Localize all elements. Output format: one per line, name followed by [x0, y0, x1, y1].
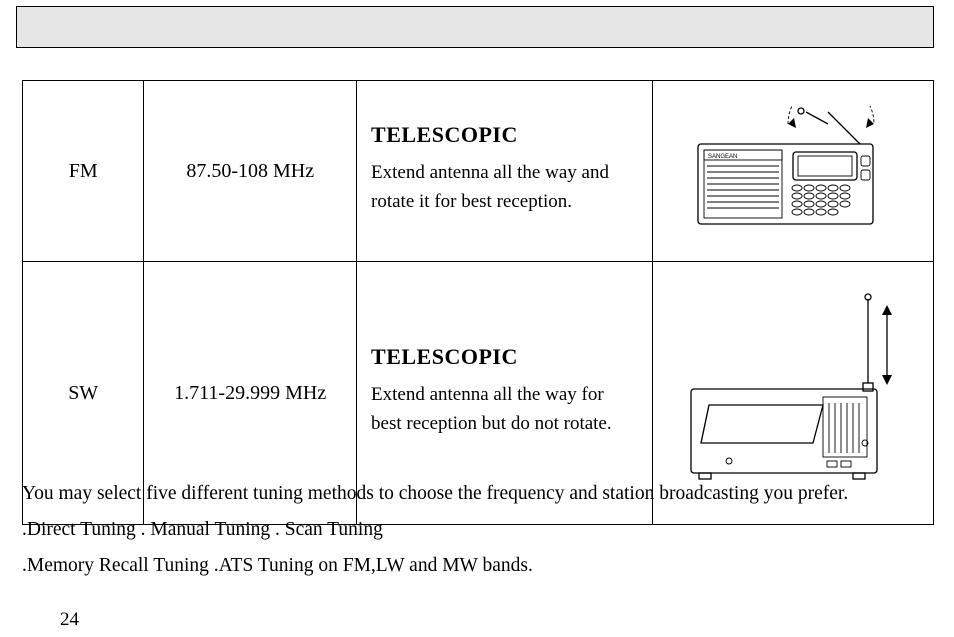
header-bar [16, 6, 934, 48]
antenna-body: Extend antenna all the way for best rece… [371, 380, 638, 439]
antenna-info-table: FM 87.50-108 MHz TELESCOPIC Extend anten… [22, 80, 934, 525]
antenna-title: TELESCOPIC [371, 344, 638, 370]
tuning-methods-line-2: .Memory Recall Tuning .ATS Tuning on FM,… [22, 550, 533, 581]
radio-back-icon [673, 293, 913, 493]
intro-paragraph: You may select five different tuning met… [22, 478, 848, 509]
brand-label: SANGEAN [708, 154, 737, 160]
tuning-methods-line-1: .Direct Tuning . Manual Tuning . Scan Tu… [22, 514, 383, 545]
table-row: FM 87.50-108 MHz TELESCOPIC Extend anten… [23, 81, 934, 262]
band-cell: FM [23, 81, 144, 262]
page-number: 24 [60, 609, 79, 631]
manual-page: FM 87.50-108 MHz TELESCOPIC Extend anten… [0, 0, 954, 637]
antenna-title: TELESCOPIC [371, 122, 638, 148]
radio-front-icon: SANGEAN [678, 106, 908, 236]
frequency-cell: 87.50-108 MHz [144, 81, 357, 262]
antenna-body: Extend antenna all the way and rotate it… [371, 158, 638, 217]
antenna-description-cell: TELESCOPIC Extend antenna all the way an… [357, 81, 653, 262]
illustration-cell: SANGEAN [653, 81, 934, 262]
